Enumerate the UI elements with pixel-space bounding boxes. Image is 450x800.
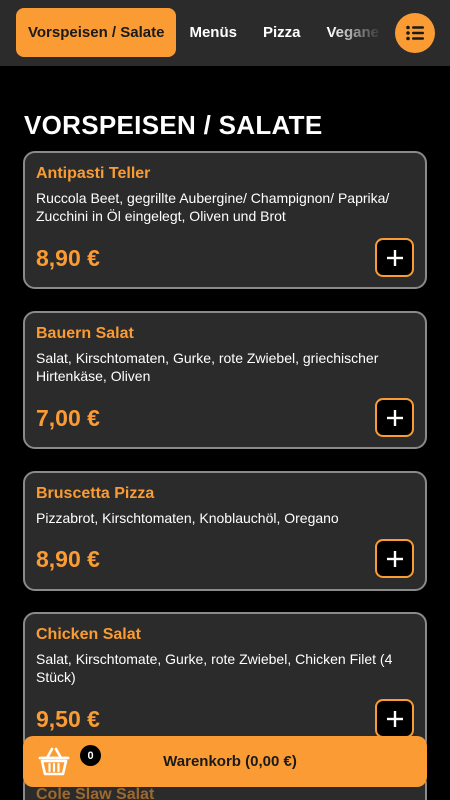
tab-vorspeisen-salate[interactable]: Vorspeisen / Salate: [16, 8, 177, 57]
item-description: Ruccola Beet, gegrillte Aubergine/ Champ…: [36, 190, 390, 224]
menu-item-card: Antipasti Teller Ruccola Beet, gegrillte…: [23, 151, 427, 289]
section-title: VORSPEISEN / SALATE: [24, 110, 323, 140]
category-nav-bar: Vorspeisen / Salate Menüs Pizza Vegane P…: [0, 0, 450, 66]
item-name: Bruscetta Pizza: [36, 485, 155, 502]
plus-icon: [386, 249, 403, 266]
item-description: Salat, Kirschtomaten, Gurke, rote Zwiebe…: [36, 350, 379, 384]
menu-item-card: Bauern Salat Salat, Kirschtomaten, Gurke…: [23, 311, 427, 449]
add-to-cart-button[interactable]: [375, 238, 414, 277]
item-name: Antipasti Teller: [36, 165, 151, 182]
cart-button[interactable]: 0 Warenkorb (0,00 €): [23, 736, 427, 787]
add-to-cart-button[interactable]: [375, 398, 414, 437]
list-icon: [406, 25, 424, 41]
item-description: Pizzabrot, Kirschtomaten, Knoblauchöl, O…: [36, 510, 339, 526]
item-description: Salat, Kirschtomate, Gurke, rote Zwiebel…: [36, 651, 393, 685]
plus-icon: [386, 710, 403, 727]
item-price: 7,00 €: [36, 405, 100, 431]
add-to-cart-button[interactable]: [375, 539, 414, 578]
tab-pizza[interactable]: Pizza: [250, 8, 314, 57]
item-price: 9,50 €: [36, 706, 100, 732]
add-to-cart-button[interactable]: [375, 699, 414, 738]
item-name: Cole Slaw Salat: [36, 786, 155, 800]
tab-menus[interactable]: Menüs: [176, 8, 250, 57]
plus-icon: [386, 409, 403, 426]
cart-label: Warenkorb (0,00 €): [163, 753, 297, 770]
plus-icon: [386, 550, 403, 567]
item-name: Chicken Salat: [36, 626, 141, 643]
item-price: 8,90 €: [36, 245, 100, 271]
item-name: Bauern Salat: [36, 325, 134, 342]
menu-item-card: Bruscetta Pizza Pizzabrot, Kirschtomaten…: [23, 471, 427, 591]
menu-item-card: Chicken Salat Salat, Kirschtomate, Gurke…: [23, 612, 427, 752]
tabs-fade-overlay: [330, 8, 392, 57]
category-menu-button[interactable]: [395, 13, 435, 53]
item-price: 8,90 €: [36, 546, 100, 572]
